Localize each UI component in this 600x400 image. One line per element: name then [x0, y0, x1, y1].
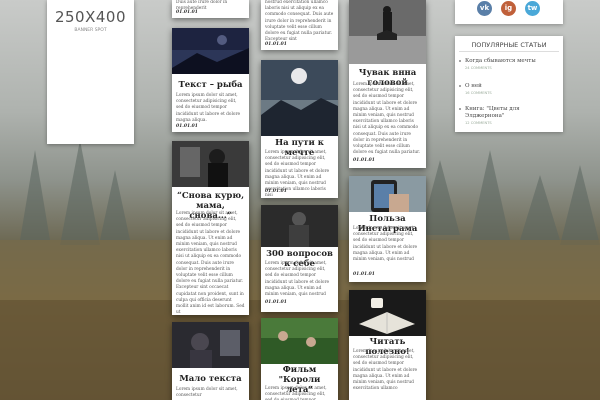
post-title[interactable]: Мало текста — [176, 374, 245, 384]
post-card[interactable]: Duis aute irure dolor in reprehenderit 0… — [172, 0, 249, 18]
post-date: 01.01.01 — [353, 158, 375, 163]
vk-icon[interactable]: vk — [477, 1, 492, 16]
post-card[interactable]: Читать полезно! Lorem ipsum dolor sit am… — [349, 290, 426, 400]
post-thumbnail[interactable] — [172, 28, 249, 74]
post-card[interactable]: На пути к мечте Lorem ipsum dolor sit am… — [261, 60, 338, 198]
post-excerpt: Lorem ipsum dolor sit amet, consectetur … — [265, 261, 330, 298]
post-thumbnail[interactable] — [172, 141, 249, 187]
post-card[interactable]: 300 вопросов к себе Lorem ipsum dolor si… — [261, 205, 338, 312]
post-thumbnail[interactable] — [349, 290, 426, 336]
post-date: 01.01.01 — [265, 42, 287, 47]
post-excerpt: Lorem ipsum dolor sit amet, consectetur … — [176, 93, 241, 123]
post-card[interactable]: Текст – рыба Lorem ipsum dolor sit amet,… — [172, 28, 249, 132]
post-date: 01.01.01 — [176, 10, 198, 15]
post-thumbnail[interactable] — [349, 176, 426, 212]
post-date: 01.01.01 — [353, 272, 375, 277]
banner-size: 250X400 — [54, 8, 127, 26]
popular-link[interactable]: Книга: "Цветы для Элджернона" — [465, 106, 559, 120]
post-thumbnail[interactable] — [261, 60, 338, 136]
post-card[interactable]: Польза Инстаграма Lorem ipsum dolor sit … — [349, 176, 426, 282]
comment-count: 16 COMMENTS — [465, 91, 492, 95]
post-excerpt: Lorem ipsum dolor sit amet, consectetur — [176, 387, 238, 399]
post-excerpt: Lorem ipsum dolor sit amet, consectetur … — [353, 226, 418, 263]
popular-item[interactable]: О ней 16 COMMENTS — [459, 83, 559, 95]
banner-spot[interactable]: 250X400 BANNER SPOT — [47, 0, 134, 144]
popular-posts-widget: ПОПУЛЯРНЫЕ СТАТЬИ Когда сбываются мечты … — [455, 36, 563, 132]
popular-link[interactable]: О ней — [465, 83, 559, 90]
post-card[interactable]: “Снова курю, мама, снова...” Lorem ipsum… — [172, 141, 249, 315]
comment-count: 24 COMMENTS — [465, 66, 492, 70]
post-thumbnail[interactable] — [261, 318, 338, 364]
post-excerpt: Lorem ipsum dolor sit amet, consectetur … — [353, 82, 421, 156]
post-excerpt: Lorem ipsum dolor sit amet, consectetur … — [265, 386, 327, 400]
post-excerpt: Lorem ipsum dolor sit amet, consectetur … — [176, 211, 245, 315]
post-title[interactable]: Текст – рыба — [176, 80, 245, 90]
instagram-icon[interactable]: ig — [501, 1, 516, 16]
post-card[interactable]: Чувак внна головой Lorem ipsum dolor sit… — [349, 0, 426, 168]
post-card[interactable]: Мало текста Lorem ipsum dolor sit amet, … — [172, 322, 249, 400]
social-links: vk ig tw — [455, 0, 563, 24]
popular-link[interactable]: Когда сбываются мечты — [465, 58, 559, 65]
post-card[interactable]: Фильм "Короли лета" Lorem ipsum dolor si… — [261, 318, 338, 400]
post-date: 01.01.01 — [265, 300, 287, 305]
post-excerpt: nostrud exercitation ullamco laboris nis… — [265, 0, 334, 43]
popular-item[interactable]: Книга: "Цветы для Элджернона" 12 COMMENT… — [459, 106, 559, 125]
comment-count: 12 COMMENTS — [465, 121, 492, 125]
post-excerpt: Lorem ipsum dolor sit amet, consectetur … — [353, 349, 418, 392]
banner-label: BANNER SPOT — [74, 28, 107, 33]
post-thumbnail[interactable] — [349, 0, 426, 64]
twitter-icon[interactable]: tw — [525, 1, 540, 16]
bullet-icon — [459, 108, 461, 110]
divider — [459, 51, 559, 52]
popular-item[interactable]: Когда сбываются мечты 24 COMMENTS — [459, 58, 559, 70]
post-thumbnail[interactable] — [172, 322, 249, 368]
bullet-icon — [459, 85, 461, 87]
post-date: 01.01.01 — [265, 189, 287, 194]
post-card[interactable]: nostrud exercitation ullamco laboris nis… — [261, 0, 338, 50]
popular-title: ПОПУЛЯРНЫЕ СТАТЬИ — [471, 41, 547, 49]
post-date: 01.01.01 — [176, 124, 198, 129]
bullet-icon — [459, 60, 461, 62]
post-thumbnail[interactable] — [261, 205, 338, 247]
